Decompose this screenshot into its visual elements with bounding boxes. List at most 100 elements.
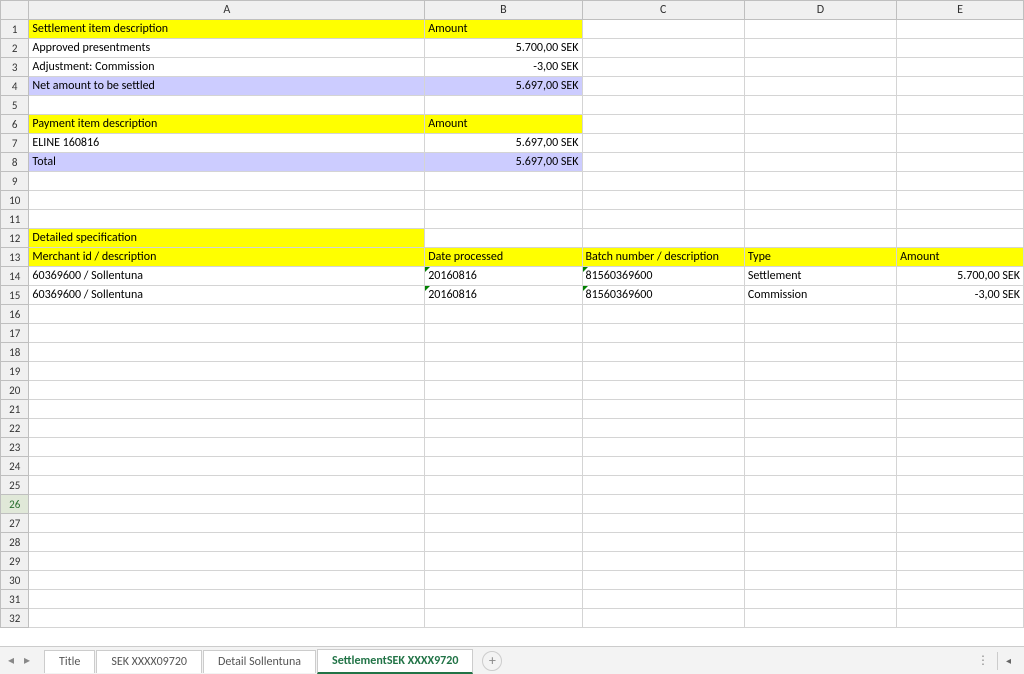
cell-c6[interactable] xyxy=(582,115,744,134)
cell-d28[interactable] xyxy=(744,533,896,552)
tab-nav-next-icon[interactable]: ▸ xyxy=(20,654,34,668)
cell-b28[interactable] xyxy=(425,533,582,552)
cell-a30[interactable] xyxy=(29,571,425,590)
cell-e29[interactable] xyxy=(897,552,1024,571)
cell-a18[interactable] xyxy=(29,343,425,362)
cell-b17[interactable] xyxy=(425,324,582,343)
tab-nav-prev-icon[interactable]: ◂ xyxy=(4,654,18,668)
row-header-21[interactable]: 21 xyxy=(1,400,29,419)
cell-d14[interactable]: Settlement xyxy=(744,267,896,286)
cell-b11[interactable] xyxy=(425,210,582,229)
cell-a11[interactable] xyxy=(29,210,425,229)
cell-b21[interactable] xyxy=(425,400,582,419)
cell-b20[interactable] xyxy=(425,381,582,400)
cell-c31[interactable] xyxy=(582,590,744,609)
cell-d16[interactable] xyxy=(744,305,896,324)
row-header-31[interactable]: 31 xyxy=(1,590,29,609)
cell-e19[interactable] xyxy=(897,362,1024,381)
row-header-10[interactable]: 10 xyxy=(1,191,29,210)
cell-a25[interactable] xyxy=(29,476,425,495)
cell-d29[interactable] xyxy=(744,552,896,571)
grid-area[interactable]: A B C D E 1 Settlement item description … xyxy=(0,0,1024,646)
cell-a32[interactable] xyxy=(29,609,425,628)
cell-c28[interactable] xyxy=(582,533,744,552)
cell-b5[interactable] xyxy=(425,96,582,115)
cell-e13[interactable]: Amount xyxy=(897,248,1024,267)
cell-c21[interactable] xyxy=(582,400,744,419)
cell-a8[interactable]: Total xyxy=(29,153,425,172)
row-header-7[interactable]: 7 xyxy=(1,134,29,153)
cell-b19[interactable] xyxy=(425,362,582,381)
cell-c4[interactable] xyxy=(582,77,744,96)
row-header-17[interactable]: 17 xyxy=(1,324,29,343)
cell-e10[interactable] xyxy=(897,191,1024,210)
cell-b25[interactable] xyxy=(425,476,582,495)
cell-d25[interactable] xyxy=(744,476,896,495)
cell-d9[interactable] xyxy=(744,172,896,191)
row-header-32[interactable]: 32 xyxy=(1,609,29,628)
cell-d32[interactable] xyxy=(744,609,896,628)
cell-a2[interactable]: Approved presentments xyxy=(29,39,425,58)
cell-d22[interactable] xyxy=(744,419,896,438)
cell-d31[interactable] xyxy=(744,590,896,609)
cell-a3[interactable]: Adjustment: Commission xyxy=(29,58,425,77)
cell-a12[interactable]: Detailed specification xyxy=(29,229,425,248)
cell-e16[interactable] xyxy=(897,305,1024,324)
row-header-5[interactable]: 5 xyxy=(1,96,29,115)
cell-b6[interactable]: Amount xyxy=(425,115,582,134)
cell-e17[interactable] xyxy=(897,324,1024,343)
cell-e6[interactable] xyxy=(897,115,1024,134)
cell-a26[interactable] xyxy=(29,495,425,514)
cell-e25[interactable] xyxy=(897,476,1024,495)
row-header-14[interactable]: 14 xyxy=(1,267,29,286)
cell-d19[interactable] xyxy=(744,362,896,381)
cell-e12[interactable] xyxy=(897,229,1024,248)
cell-c30[interactable] xyxy=(582,571,744,590)
cell-c7[interactable] xyxy=(582,134,744,153)
cell-a10[interactable] xyxy=(29,191,425,210)
cell-d17[interactable] xyxy=(744,324,896,343)
row-header-29[interactable]: 29 xyxy=(1,552,29,571)
row-header-2[interactable]: 2 xyxy=(1,39,29,58)
row-header-23[interactable]: 23 xyxy=(1,438,29,457)
cell-a28[interactable] xyxy=(29,533,425,552)
cell-c14[interactable]: 81560369600 xyxy=(582,267,744,286)
cell-e26[interactable] xyxy=(897,495,1024,514)
row-header-28[interactable]: 28 xyxy=(1,533,29,552)
cell-c3[interactable] xyxy=(582,58,744,77)
row-header-26[interactable]: 26 xyxy=(1,495,29,514)
cell-d7[interactable] xyxy=(744,134,896,153)
cell-d2[interactable] xyxy=(744,39,896,58)
tab-sek-xxxx09720[interactable]: SEK XXXX09720 xyxy=(96,650,202,673)
row-header-4[interactable]: 4 xyxy=(1,77,29,96)
cell-e21[interactable] xyxy=(897,400,1024,419)
cell-e4[interactable] xyxy=(897,77,1024,96)
cell-a5[interactable] xyxy=(29,96,425,115)
cell-d8[interactable] xyxy=(744,153,896,172)
row-header-18[interactable]: 18 xyxy=(1,343,29,362)
cell-a1[interactable]: Settlement item description xyxy=(29,20,425,39)
row-header-24[interactable]: 24 xyxy=(1,457,29,476)
hscroll-left-icon[interactable]: ◂ xyxy=(1006,654,1020,667)
cell-c27[interactable] xyxy=(582,514,744,533)
row-header-3[interactable]: 3 xyxy=(1,58,29,77)
cell-e2[interactable] xyxy=(897,39,1024,58)
cell-b23[interactable] xyxy=(425,438,582,457)
cell-a7[interactable]: ELINE 160816 xyxy=(29,134,425,153)
row-header-16[interactable]: 16 xyxy=(1,305,29,324)
col-header-d[interactable]: D xyxy=(744,1,896,20)
cell-b14[interactable]: 20160816 xyxy=(425,267,582,286)
cell-a17[interactable] xyxy=(29,324,425,343)
cell-b8[interactable]: 5.697,00 SEK xyxy=(425,153,582,172)
cell-e15[interactable]: -3,00 SEK xyxy=(897,286,1024,305)
cell-a29[interactable] xyxy=(29,552,425,571)
cell-c10[interactable] xyxy=(582,191,744,210)
cell-b18[interactable] xyxy=(425,343,582,362)
cell-e18[interactable] xyxy=(897,343,1024,362)
cell-d30[interactable] xyxy=(744,571,896,590)
cell-a27[interactable] xyxy=(29,514,425,533)
row-header-6[interactable]: 6 xyxy=(1,115,29,134)
cell-e27[interactable] xyxy=(897,514,1024,533)
cell-a13[interactable]: Merchant id / description xyxy=(29,248,425,267)
cell-c12[interactable] xyxy=(582,229,744,248)
